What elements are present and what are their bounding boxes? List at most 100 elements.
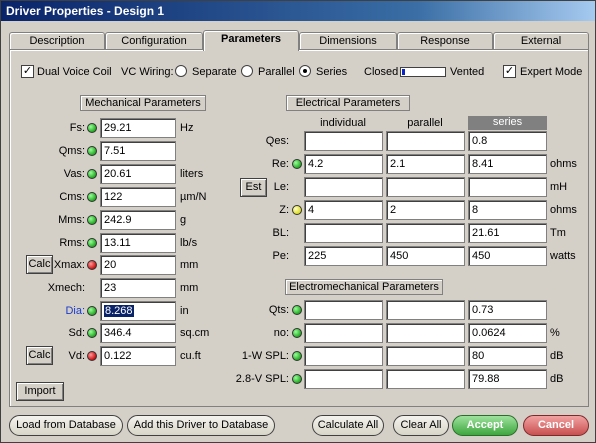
unit-vas: liters (180, 168, 204, 180)
electrical-label-pe: Pe: (272, 250, 289, 262)
electrical-field-bl-series[interactable]: 21.61 (468, 223, 547, 243)
electrical-field-qes-parallel[interactable] (386, 131, 465, 151)
electromechanical-field-2-8-v-spl-parallel[interactable] (386, 369, 465, 389)
electrical-field-z-individual[interactable]: 4 (304, 200, 383, 220)
field-xmech-value: 23 (104, 282, 117, 294)
electromechanical-unit-2-8-v-spl: dB (550, 373, 564, 385)
field-fs-value: 29.21 (104, 122, 132, 134)
electrical-field-qes-series[interactable]: 0.8 (468, 131, 547, 151)
status-indicator-vas (87, 169, 97, 179)
cancel-button[interactable]: Cancel (523, 415, 589, 436)
unit-fs: Hz (180, 122, 194, 134)
electrical-field-re-series[interactable]: 8.41 (468, 154, 547, 174)
field-mms[interactable]: 242.9 (100, 210, 176, 230)
electrical-field-qes-individual[interactable] (304, 131, 383, 151)
electrical-field-pe-parallel[interactable]: 450 (386, 246, 465, 266)
electrical-field-bl-parallel[interactable] (386, 223, 465, 243)
electromechanical-field-2-8-v-spl-individual[interactable] (304, 369, 383, 389)
electromechanical-field-no-parallel[interactable] (386, 323, 465, 343)
electromechanical-field-qts-individual[interactable] (304, 300, 383, 320)
status-indicator-mms (87, 215, 97, 225)
accept-button[interactable]: Accept (452, 415, 518, 436)
import-button[interactable]: Import (16, 382, 64, 401)
electrical-field-z-series[interactable]: 8 (468, 200, 547, 220)
electrical-field-le-series[interactable] (468, 177, 547, 197)
status-indicator-fs (87, 123, 97, 133)
calculate-all-button[interactable]: Calculate All (312, 415, 384, 436)
electromechanical-field-qts-series[interactable]: 0.73 (468, 300, 547, 320)
electrical-label-z: Z: (279, 204, 289, 216)
electrical-unit-re: ohms (550, 158, 577, 170)
electromechanical-field-1-w-spl-series[interactable]: 80 (468, 346, 547, 366)
electrical-field-le-parallel[interactable] (386, 177, 465, 197)
electrical-label-bl: BL: (272, 227, 289, 239)
calc-vd-button[interactable]: Calc (26, 346, 53, 365)
dual-voice-coil-label: Dual Voice Coil (37, 66, 112, 78)
add-driver-to-database-button[interactable]: Add this Driver to Database (127, 415, 275, 436)
electrical-field-bl-individual[interactable] (304, 223, 383, 243)
electrical-field-pe-series[interactable]: 450 (468, 246, 547, 266)
electromechanical-status-2-8-v-spl (292, 374, 302, 384)
separate-label: Separate (192, 66, 237, 78)
field-vd[interactable]: 0.122 (100, 346, 176, 366)
parallel-radio[interactable] (241, 65, 253, 77)
field-dia-value: 8.268 (104, 305, 134, 317)
electrical-field-pe-individual[interactable]: 225 (304, 246, 383, 266)
electromechanical-field-no-series[interactable]: 0.0624 (468, 323, 547, 343)
field-qms[interactable]: 7.51 (100, 141, 176, 161)
separate-radio[interactable] (175, 65, 187, 77)
tab-configuration[interactable]: Configuration (105, 32, 203, 50)
est-button[interactable]: Est (240, 178, 267, 197)
electrical-field-re-parallel[interactable]: 2.1 (386, 154, 465, 174)
electromechanical-status-qts (292, 305, 302, 315)
electrical-status-re (292, 159, 302, 169)
field-rms[interactable]: 13.11 (100, 233, 176, 253)
status-indicator-rms (87, 238, 97, 248)
field-fs[interactable]: 29.21 (100, 118, 176, 138)
electromechanical-field-2-8-v-spl-series[interactable]: 79.88 (468, 369, 547, 389)
electrical-field-re-individual[interactable]: 4.2 (304, 154, 383, 174)
electrical-field-z-parallel[interactable]: 2 (386, 200, 465, 220)
dual-voice-coil-checkbox[interactable]: ✓ (21, 65, 34, 78)
clear-all-button[interactable]: Clear All (393, 415, 449, 436)
electromechanical-field-1-w-spl-parallel[interactable] (386, 346, 465, 366)
mechanical-parameters-header: Mechanical Parameters (80, 95, 206, 111)
field-cms-value: 122 (104, 191, 123, 203)
electromechanical-field-no-individual[interactable] (304, 323, 383, 343)
window-title: Driver Properties - Design 1 (1, 1, 595, 21)
electromechanical-field-1-w-spl-individual[interactable] (304, 346, 383, 366)
tab-parameters[interactable]: Parameters (203, 30, 299, 51)
closed-label: Closed (364, 66, 399, 78)
param-label-dia: Dia: (65, 305, 85, 317)
electrical-field-le-individual[interactable] (304, 177, 383, 197)
field-vas[interactable]: 20.61 (100, 164, 176, 184)
tab-description[interactable]: Description (9, 32, 105, 50)
status-indicator-vd (87, 351, 97, 361)
status-indicator-sd (87, 328, 97, 338)
unit-mms: g (180, 214, 187, 226)
status-indicator-qms (87, 146, 97, 156)
tab-dimensions[interactable]: Dimensions (299, 32, 397, 50)
unit-rms: lb/s (180, 237, 198, 249)
electromechanical-unit-no: % (550, 327, 560, 339)
field-xmax-value: 20 (104, 259, 117, 271)
unit-sd: sq.cm (180, 327, 210, 339)
vented-label: Vented (450, 66, 485, 78)
field-vd-value: 0.122 (104, 350, 132, 362)
tab-external[interactable]: External (493, 32, 589, 50)
parallel-label: Parallel (258, 66, 295, 78)
field-cms[interactable]: 122 (100, 187, 176, 207)
electromechanical-field-qts-parallel[interactable] (386, 300, 465, 320)
field-xmax[interactable]: 20 (100, 255, 176, 275)
electrical-label-re: Re: (271, 158, 289, 170)
field-dia[interactable]: 8.268 (100, 301, 176, 321)
vent-slider[interactable] (400, 67, 446, 77)
field-mms-value: 242.9 (104, 214, 132, 226)
expert-mode-checkbox[interactable]: ✓ (503, 65, 516, 78)
series-radio[interactable] (299, 65, 311, 77)
load-from-database-button[interactable]: Load from Database (9, 415, 123, 436)
field-sd[interactable]: 346.4 (100, 323, 176, 343)
calc-xmax-button[interactable]: Calc (26, 255, 53, 274)
field-xmech[interactable]: 23 (100, 278, 176, 298)
tab-response[interactable]: Response (397, 32, 493, 50)
